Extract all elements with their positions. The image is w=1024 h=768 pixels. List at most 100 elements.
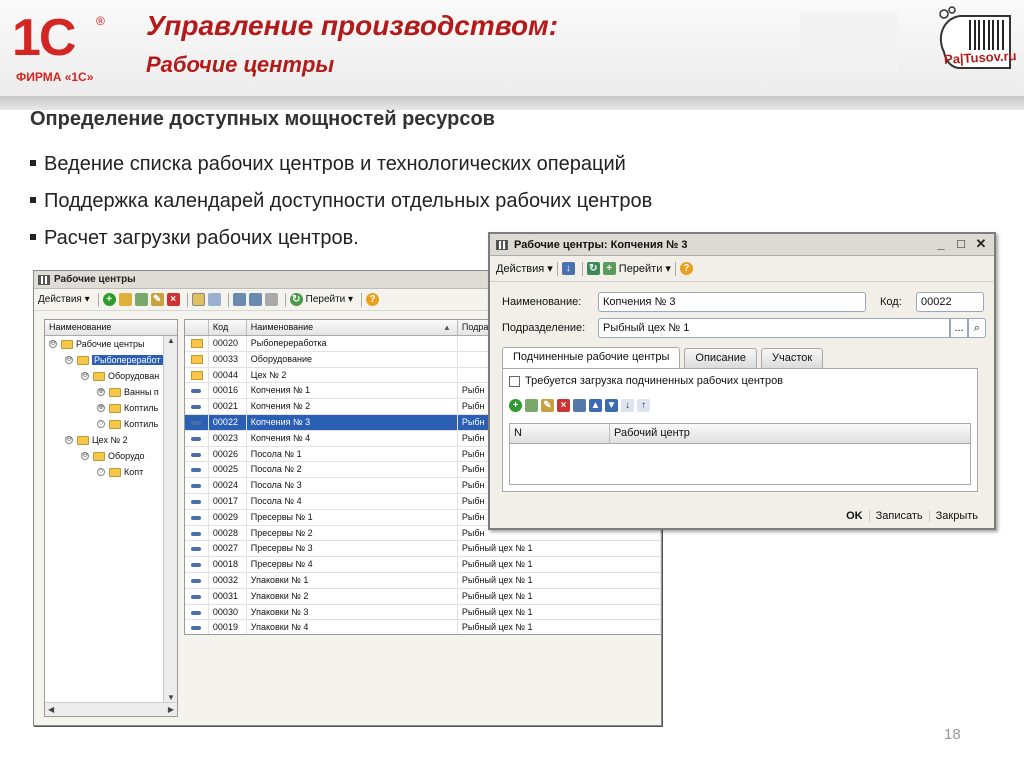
collapse-icon[interactable]: ⊖ (65, 436, 73, 444)
goto-menu-button[interactable]: Перейти ▾ (306, 294, 353, 305)
table-row[interactable]: 00031 Упаковки № 2 Рыбный цех № 1 (185, 588, 661, 605)
tree-item[interactable]: ⊖ Оборудован (45, 368, 177, 384)
copy-row-icon[interactable] (525, 399, 538, 412)
tree-item[interactable]: ○ Коптиль (45, 416, 177, 432)
sort-ascending-icon[interactable]: ↓ (621, 399, 634, 412)
add-row-icon[interactable]: + (509, 399, 522, 412)
name-input[interactable]: Копчения № 3 (598, 292, 866, 312)
tree-vertical-scrollbar[interactable]: ▲ ▼ (163, 336, 177, 702)
delete-row-icon[interactable]: × (557, 399, 570, 412)
dialog-actions-button[interactable]: Действия ▾ (496, 262, 553, 275)
tab-subordinate-centers[interactable]: Подчиненные рабочие центры (502, 347, 681, 368)
sort-descending-icon[interactable]: ↑ (637, 399, 650, 412)
tree-item-label: Коптиль (124, 419, 159, 429)
minimize-icon[interactable]: _ (932, 236, 950, 251)
collapse-icon[interactable]: ⊖ (81, 452, 89, 460)
table-row[interactable]: 00027 Пресервы № 3 Рыбный цех № 1 (185, 541, 661, 558)
delete-icon[interactable]: × (166, 293, 180, 306)
refresh-icon[interactable]: ↻ (289, 293, 303, 306)
name-cell: Посола № 1 (247, 446, 458, 462)
name-cell: Пресервы № 4 (247, 557, 458, 572)
tree-item[interactable]: ⊖ Цех № 2 (45, 432, 177, 448)
load-checkbox-row[interactable]: Требуется загрузка подчиненных рабочих ц… (509, 375, 783, 387)
sub-grid-header-work-center[interactable]: Рабочий центр (610, 424, 970, 443)
actions-menu-button[interactable]: Действия ▾ (38, 294, 90, 305)
save-button[interactable]: Записать (868, 510, 929, 522)
move-down-icon[interactable]: ▼ (605, 399, 618, 412)
goto-menu-label: Перейти (305, 294, 346, 305)
table-row[interactable]: 00019 Упаковки № 4 Рыбный цех № 1 (185, 620, 661, 634)
end-edit-icon[interactable] (573, 399, 586, 412)
code-cell: 00031 (209, 588, 247, 604)
ok-button[interactable]: OK (840, 510, 869, 522)
grid-header-code[interactable]: Код (209, 320, 247, 335)
hierarchy-icon[interactable] (191, 293, 205, 306)
tree-item[interactable]: ⊕ Коптиль (45, 400, 177, 416)
save-close-icon[interactable]: ↓ (561, 262, 575, 275)
maximize-icon[interactable]: □ (952, 236, 970, 251)
add-folder-icon[interactable] (118, 293, 132, 306)
tree-item[interactable]: ⊖ Рабочие центры (45, 336, 177, 352)
work-center-icon (191, 563, 201, 568)
name-cell: Рыбопереработка (247, 336, 458, 351)
dialog-tabs: Подчиненные рабочие центры Описание Учас… (502, 347, 827, 369)
toolbar-separator (227, 292, 229, 307)
tree-item[interactable]: ⊖ Рыбопереработ (45, 352, 177, 368)
dialog-goto-button[interactable]: Перейти ▾ (619, 262, 671, 275)
elephant-barcode-icon (939, 6, 1011, 69)
name-cell: Посола № 3 (247, 478, 458, 493)
logo-mark: 1С (12, 9, 77, 67)
code-label: Код: (880, 296, 902, 308)
table-row[interactable]: 00030 Упаковки № 3 Рыбный цех № 1 (185, 604, 661, 621)
expand-icon[interactable]: ⊕ (97, 388, 105, 396)
parent-up-icon[interactable] (207, 293, 221, 306)
scroll-down-icon[interactable]: ▼ (167, 693, 175, 702)
leaf-icon[interactable]: ○ (97, 420, 105, 428)
collapse-icon[interactable]: ⊖ (81, 372, 89, 380)
move-up-icon[interactable]: ▲ (589, 399, 602, 412)
division-select-button[interactable]: ... (950, 318, 968, 338)
collapse-icon[interactable]: ⊖ (49, 340, 57, 348)
dialog-title: Рабочие центры: Копчения № 3 (514, 238, 688, 251)
reread-icon[interactable]: ↻ (586, 262, 600, 275)
division-cell: Рыбный цех № 1 (458, 541, 661, 557)
tree-item[interactable]: ○ Копт (45, 464, 177, 480)
table-row[interactable]: 00018 Пресервы № 4 Рыбный цех № 1 (185, 557, 661, 573)
tree-header[interactable]: Наименование (45, 320, 177, 336)
tab-description[interactable]: Описание (684, 348, 758, 368)
grid-header-name[interactable]: Наименование ▲ (247, 320, 458, 335)
name-field-row: Наименование: Копчения № 3 Код: 00022 (502, 292, 984, 312)
scroll-right-icon[interactable]: ▶ (168, 705, 174, 714)
tree-horizontal-scrollbar[interactable]: ◀ ▶ (45, 702, 177, 716)
collapse-icon[interactable]: ⊖ (65, 356, 73, 364)
row-icon-cell (185, 604, 209, 620)
edit-icon[interactable]: ✎ (150, 293, 164, 306)
division-input[interactable]: Рыбный цех № 1 (598, 318, 950, 338)
folder-icon (191, 339, 203, 348)
scroll-up-icon[interactable]: ▲ (167, 336, 175, 345)
help-icon[interactable]: ? (679, 262, 693, 275)
tree-item[interactable]: ⊕ Ванны п (45, 384, 177, 400)
sub-grid-header-n[interactable]: N (510, 424, 610, 443)
close-button[interactable]: Закрыть (928, 510, 984, 522)
work-center-icon (191, 610, 201, 615)
page-number: 18 (944, 726, 961, 743)
clear-filter-icon[interactable] (264, 293, 278, 306)
table-row[interactable]: 00032 Упаковки № 1 Рыбный цех № 1 (185, 572, 661, 589)
filter-icon[interactable] (232, 293, 246, 306)
code-input[interactable]: 00022 (916, 292, 984, 312)
division-search-icon[interactable]: ⌕ (968, 318, 986, 338)
filter-list-icon[interactable] (248, 293, 262, 306)
scroll-left-icon[interactable]: ◀ (48, 705, 54, 714)
close-icon[interactable]: ✕ (972, 236, 990, 252)
copy-icon[interactable] (134, 293, 148, 306)
copy-object-icon[interactable]: + (602, 262, 616, 275)
edit-row-icon[interactable]: ✎ (541, 399, 554, 412)
expand-icon[interactable]: ⊕ (97, 404, 105, 412)
add-icon[interactable]: + (102, 293, 116, 306)
help-icon[interactable]: ? (366, 293, 380, 306)
load-subordinate-checkbox[interactable] (509, 375, 520, 387)
tab-section[interactable]: Участок (761, 348, 824, 368)
tree-item[interactable]: ⊖ Оборудо (45, 448, 177, 464)
leaf-icon[interactable]: ○ (97, 468, 105, 476)
